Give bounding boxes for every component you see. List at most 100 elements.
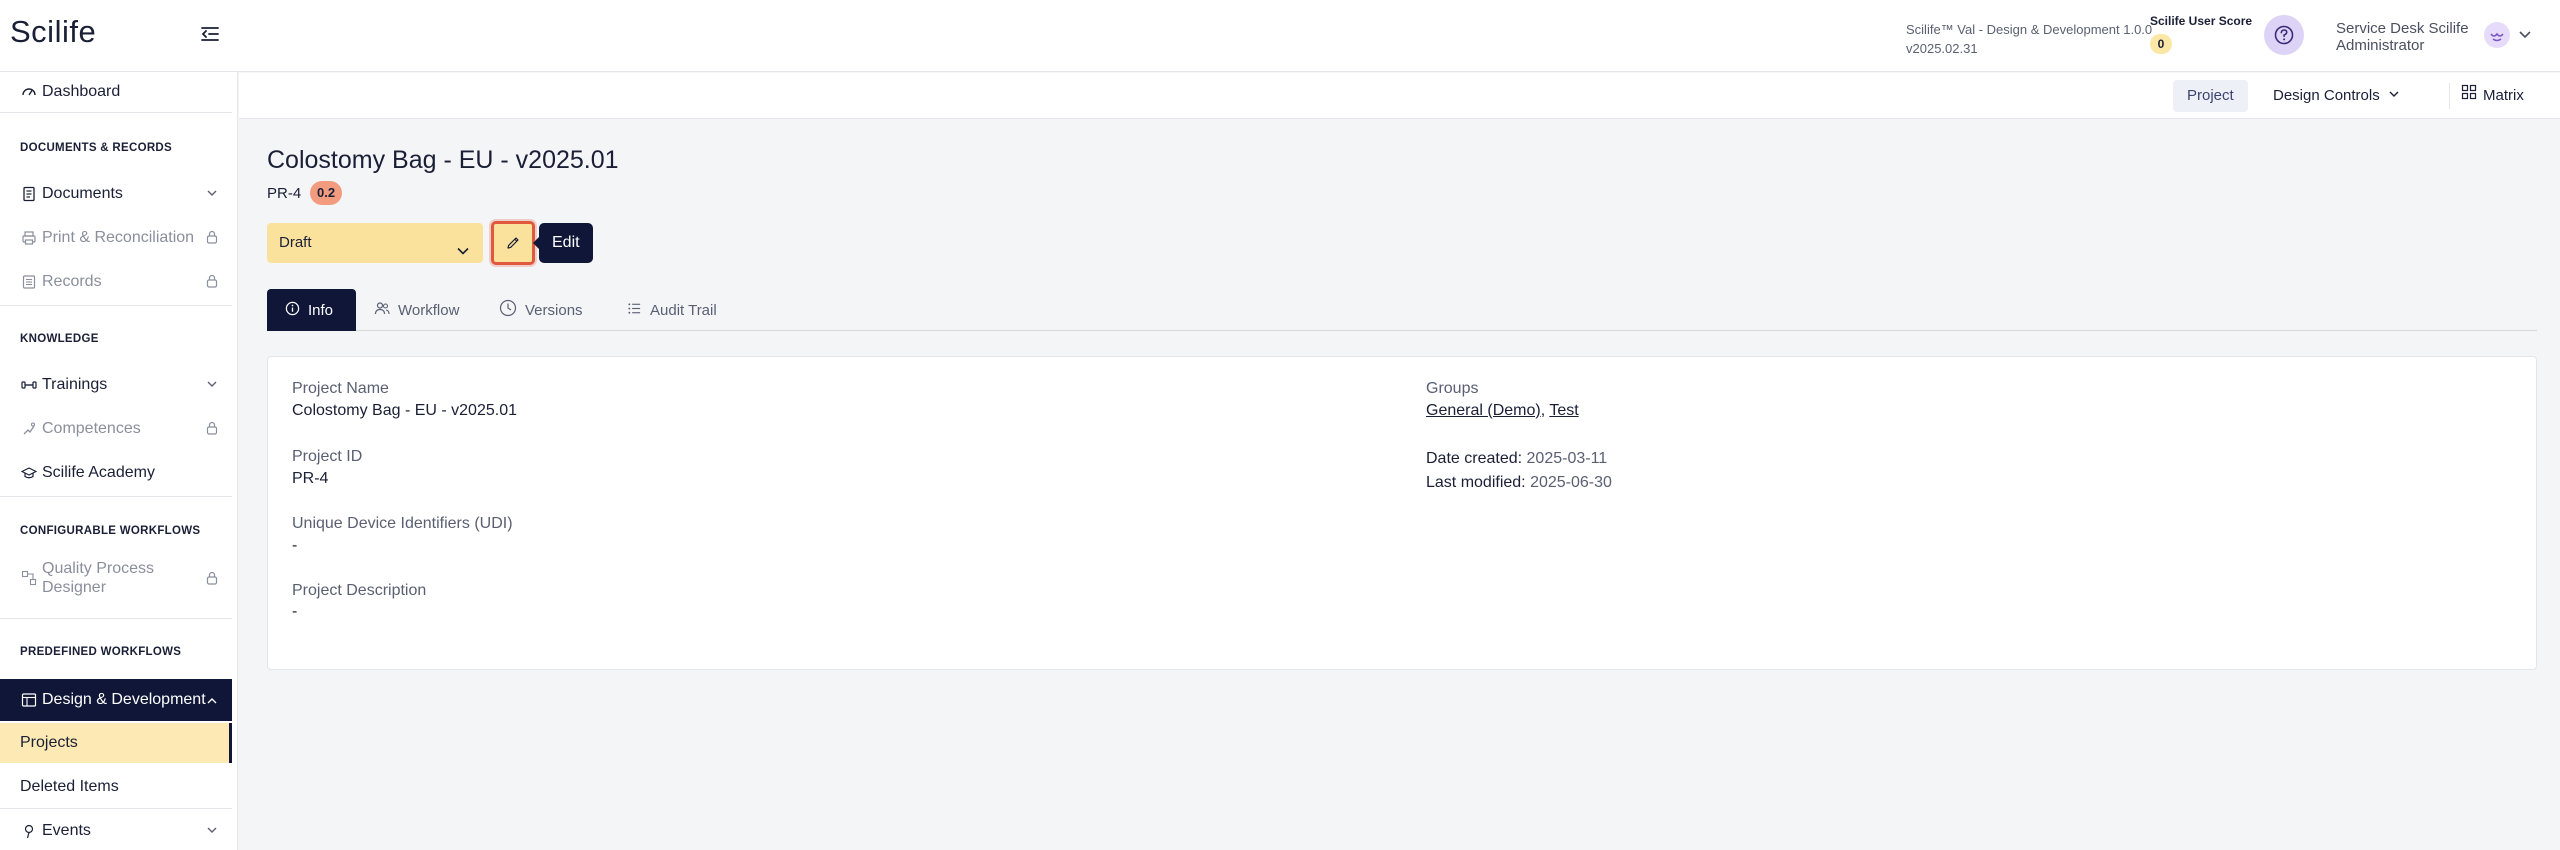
design-controls-label: Design Controls bbox=[2273, 87, 2380, 104]
divider bbox=[0, 808, 232, 809]
tab-info[interactable]: Info bbox=[267, 289, 356, 331]
section-configurable-workflows: CONFIGURABLE WORKFLOWS bbox=[20, 525, 201, 537]
users-icon bbox=[374, 301, 390, 320]
sidebar-item-competences[interactable]: Competences bbox=[0, 409, 232, 449]
help-icon bbox=[2274, 25, 2294, 45]
document-icon bbox=[20, 185, 38, 203]
divider bbox=[0, 618, 232, 619]
tab-label: Info bbox=[308, 301, 334, 319]
tab-label: Audit Trail bbox=[650, 301, 717, 319]
collapse-sidebar-icon[interactable] bbox=[198, 22, 222, 46]
user-name: Service Desk Scilife bbox=[2336, 20, 2469, 37]
status-select[interactable]: Draft bbox=[267, 223, 483, 263]
sidebar-item-label: Design & Development bbox=[42, 691, 206, 708]
app-info: Scilife™ Val - Design & Development 1.0.… bbox=[1906, 20, 2152, 58]
sidebar-item-documents[interactable]: Documents bbox=[0, 174, 232, 214]
sidebar-item-label-line1: Quality Process bbox=[42, 560, 155, 577]
chevron-down-icon bbox=[455, 235, 471, 275]
user-score-badge: 0 bbox=[2150, 34, 2172, 54]
graduation-cap-icon bbox=[20, 464, 38, 482]
chevron-down-icon[interactable] bbox=[2518, 28, 2532, 47]
section-documents-records: DOCUMENTS & RECORDS bbox=[20, 142, 173, 154]
sidebar-item-trainings[interactable]: Trainings bbox=[0, 365, 232, 405]
tab-label: Workflow bbox=[398, 301, 460, 319]
lock-icon bbox=[206, 421, 218, 440]
version-badge: 0.2 bbox=[310, 181, 343, 205]
sidebar-item-label-line2: Designer bbox=[42, 579, 107, 596]
sidebar-item-design-development[interactable]: Design & Development bbox=[0, 679, 232, 721]
tab-label: Versions bbox=[525, 301, 583, 319]
group-link[interactable]: General (Demo) bbox=[1426, 402, 1541, 419]
project-info-card: Project Name Colostomy Bag - EU - v2025.… bbox=[267, 356, 2537, 670]
chevron-down-icon bbox=[206, 377, 218, 395]
design-board-icon bbox=[20, 691, 38, 709]
grid-icon bbox=[2461, 80, 2477, 112]
last-modified-label: Last modified: bbox=[1426, 474, 1526, 491]
divider bbox=[0, 496, 232, 497]
chevron-down-icon bbox=[206, 186, 218, 204]
sidebar-item-deleted-items[interactable]: Deleted Items bbox=[0, 767, 232, 807]
pencil-icon bbox=[507, 237, 519, 249]
sidebar-item-label: Projects bbox=[20, 734, 78, 751]
design-controls-dropdown[interactable]: Design Controls bbox=[2273, 80, 2400, 112]
udi-value: - bbox=[292, 537, 298, 554]
sidebar-item-label: Scilife Academy bbox=[42, 464, 155, 481]
sidebar-item-label: Events bbox=[42, 822, 91, 839]
user-role: Administrator bbox=[2336, 37, 2425, 54]
udi-label: Unique Device Identifiers (UDI) bbox=[292, 515, 513, 532]
sidebar-item-print-reconciliation[interactable]: Print & Reconciliation bbox=[0, 218, 232, 258]
last-modified-value: 2025-06-30 bbox=[1530, 474, 1612, 491]
workflow-designer-icon bbox=[20, 569, 38, 587]
project-nav-button[interactable]: Project bbox=[2173, 80, 2248, 112]
edit-tooltip: Edit bbox=[533, 223, 593, 263]
scilife-logo[interactable]: Scilife bbox=[10, 14, 96, 50]
user-score-label: Scilife User Score bbox=[2150, 14, 2253, 28]
sidebar: Dashboard DOCUMENTS & RECORDS Documents … bbox=[0, 72, 238, 850]
sidebar-item-projects[interactable]: Projects bbox=[0, 723, 232, 763]
competence-icon bbox=[20, 420, 38, 438]
groups-label: Groups bbox=[1426, 380, 1479, 397]
help-button[interactable] bbox=[2264, 15, 2304, 55]
last-modified: Last modified: 2025-06-30 bbox=[1426, 474, 1612, 492]
sidebar-item-records[interactable]: Records bbox=[0, 262, 232, 302]
sidebar-item-events[interactable]: Events bbox=[0, 811, 232, 850]
sidebar-item-label: Deleted Items bbox=[20, 778, 119, 795]
tab-audit-trail[interactable]: Audit Trail bbox=[609, 289, 735, 331]
date-created-value: 2025-03-11 bbox=[1526, 450, 1608, 467]
sidebar-item-quality-process-designer[interactable]: Quality Process Designer bbox=[0, 552, 232, 604]
chevron-up-icon bbox=[206, 694, 218, 712]
group-link[interactable]: Test bbox=[1549, 402, 1578, 419]
project-description-value: - bbox=[292, 603, 298, 620]
sidebar-item-dashboard[interactable]: Dashboard bbox=[0, 72, 232, 112]
pin-icon bbox=[20, 822, 38, 840]
lock-icon bbox=[206, 571, 218, 590]
project-name-label: Project Name bbox=[292, 380, 389, 397]
avatar[interactable] bbox=[2484, 22, 2510, 48]
matrix-button[interactable]: Matrix bbox=[2449, 80, 2524, 112]
printer-icon bbox=[20, 229, 38, 247]
chevron-down-icon bbox=[206, 823, 218, 841]
status-value: Draft bbox=[279, 234, 312, 251]
project-id-value: PR-4 bbox=[292, 470, 329, 487]
info-icon bbox=[285, 301, 300, 320]
edit-button[interactable] bbox=[491, 221, 535, 265]
date-created-label: Date created: bbox=[1426, 450, 1523, 467]
gauge-icon bbox=[20, 83, 38, 101]
project-description-label: Project Description bbox=[292, 582, 427, 599]
date-created: Date created: 2025-03-11 bbox=[1426, 450, 1607, 468]
dumbbell-icon bbox=[20, 376, 38, 394]
project-name-value: Colostomy Bag - EU - v2025.01 bbox=[292, 402, 517, 419]
sidebar-item-label: Quality Process Designer bbox=[42, 559, 154, 597]
sidebar-item-label: Trainings bbox=[42, 376, 108, 393]
tab-bar: Info Workflow Versions Audit Trail bbox=[267, 289, 2537, 331]
sidebar-item-scilife-academy[interactable]: Scilife Academy bbox=[0, 453, 232, 493]
tab-workflow[interactable]: Workflow bbox=[356, 289, 477, 331]
project-id-label: Project ID bbox=[292, 448, 363, 465]
page-title: Colostomy Bag - EU - v2025.01 bbox=[267, 146, 619, 174]
sidebar-item-label: Documents bbox=[42, 185, 123, 202]
app-version: v2025.02.31 bbox=[1906, 41, 1978, 56]
sub-header: Project Design Controls Matrix bbox=[239, 73, 2560, 119]
user-info[interactable]: Service Desk Scilife Administrator bbox=[2336, 20, 2469, 54]
tab-versions[interactable]: Versions bbox=[481, 289, 601, 331]
section-predefined-workflows: PREDEFINED WORKFLOWS bbox=[20, 646, 182, 658]
